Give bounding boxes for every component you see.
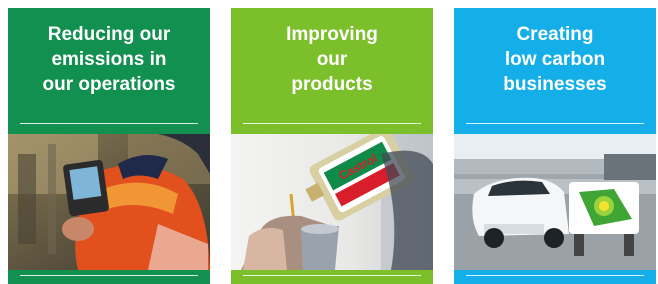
pouring-castrol-oil-photo: Castrol <box>231 134 433 270</box>
panel-creating-low-carbon: Creating low carbon businesses <box>454 8 656 284</box>
divider <box>466 275 644 276</box>
panel-footer <box>231 270 433 284</box>
panel-footer <box>454 270 656 284</box>
panel-header: Reducing our emissions in our operations <box>8 8 210 134</box>
panel-title: Creating low carbon businesses <box>503 24 607 95</box>
panel-header: Creating low carbon businesses <box>454 8 656 134</box>
divider <box>243 123 421 124</box>
panel-header: Improving our products <box>231 8 433 134</box>
divider <box>466 123 644 124</box>
panel-reducing-emissions: Reducing our emissions in our operations <box>8 8 210 284</box>
worker-with-handheld-device-photo <box>8 134 210 270</box>
divider <box>20 123 198 124</box>
panel-title: Reducing our emissions in our operations <box>42 24 176 95</box>
divider <box>20 275 198 276</box>
panel-footer <box>8 270 210 284</box>
panel-title: Improving our products <box>286 24 378 95</box>
electric-car-charging-photo <box>454 134 656 270</box>
divider <box>243 275 421 276</box>
panel-improving-products: Improving our products Castrol <box>231 8 433 284</box>
